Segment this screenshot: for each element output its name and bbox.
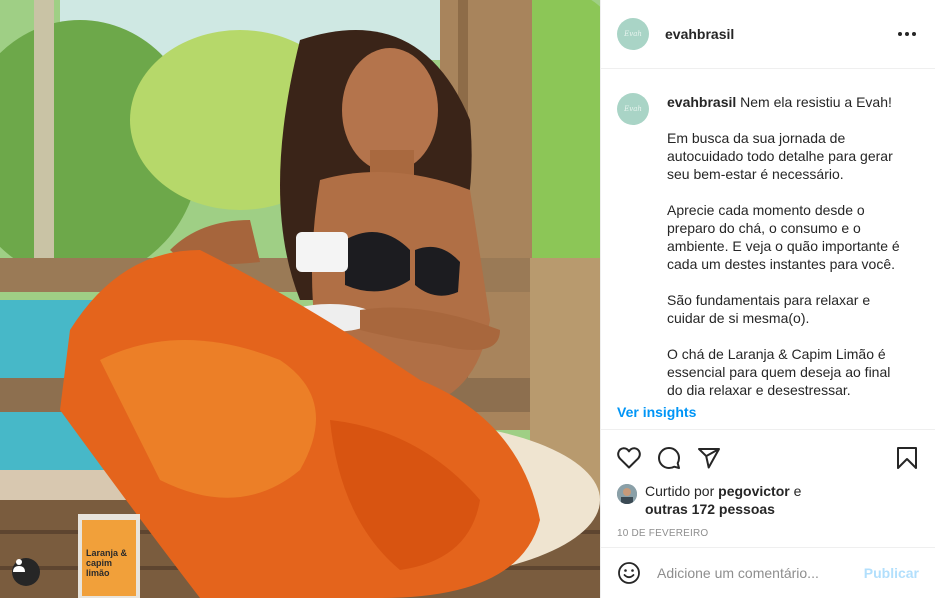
caption-paragraph: O chá de Laranja & Capim Limão é essenci… — [667, 346, 891, 395]
share-button[interactable] — [697, 446, 721, 470]
more-options-button[interactable] — [895, 22, 919, 46]
comment-icon — [658, 447, 680, 469]
view-insights-link[interactable]: Ver insights — [617, 404, 696, 420]
liker-avatar[interactable] — [617, 484, 637, 504]
caption-paragraph: Nem ela resistiu a Evah! — [740, 94, 892, 110]
caption-section: Evah evahbrasil Nem ela resistiu a Evah!… — [601, 69, 935, 395]
caption-paragraph: São fundamentais para relaxar e cuidar d… — [667, 292, 871, 326]
post-sidebar: Evah evahbrasil Evah evahbrasil Nem ela … — [600, 0, 935, 598]
comment-input[interactable] — [657, 565, 864, 581]
product-label: Laranja & capim limão — [86, 548, 128, 578]
share-icon — [698, 448, 720, 469]
post-photo[interactable]: Laranja & capim limão — [0, 0, 600, 598]
user-tag-button[interactable] — [12, 558, 40, 586]
publish-button[interactable]: Publicar — [864, 565, 919, 581]
caption-username[interactable]: evahbrasil — [667, 94, 736, 110]
likes-prefix: Curtido por — [645, 483, 715, 499]
more-options-icon — [898, 32, 916, 36]
insights-bar: Ver insights — [601, 395, 935, 430]
photo-illustration — [0, 0, 600, 598]
instagram-post: Laranja & capim limão Evah evahbrasil Ev… — [0, 0, 935, 598]
emoji-button[interactable] — [617, 561, 641, 585]
avatar[interactable]: Evah — [617, 18, 649, 50]
action-bar — [601, 434, 935, 482]
comment-button[interactable] — [657, 446, 681, 470]
save-bookmark-button[interactable] — [895, 446, 919, 470]
likes-summary: Curtido por pegovictor e outras 172 pess… — [601, 482, 935, 520]
caption-avatar[interactable]: Evah — [617, 93, 649, 125]
likes-connector: e — [793, 483, 802, 499]
bookmark-icon — [897, 447, 917, 469]
avatar-logo-text: Evah — [624, 30, 642, 38]
caption-avatar-logo-text: Evah — [624, 105, 642, 113]
header-username[interactable]: evahbrasil — [665, 26, 734, 42]
post-header: Evah evahbrasil — [601, 0, 935, 69]
caption-text: evahbrasil Nem ela resistiu a Evah! Em b… — [667, 93, 907, 395]
likes-text: Curtido por pegovictor e outras 172 pess… — [645, 482, 801, 518]
liker-username[interactable]: pegovictor — [718, 483, 790, 499]
user-tag-icon — [13, 559, 25, 572]
post-date[interactable]: 10 DE FEVEREIRO — [601, 520, 935, 548]
comment-box: Publicar — [601, 548, 935, 598]
liker-avatar-image — [617, 484, 637, 504]
post-date-text: 10 DE FEVEREIRO — [617, 528, 709, 539]
emoji-icon — [618, 562, 640, 584]
others-likes-link[interactable]: outras 172 pessoas — [645, 501, 775, 517]
heart-icon — [617, 447, 641, 469]
caption-paragraph: Aprecie cada momento desde o preparo do … — [667, 202, 900, 272]
caption-paragraph: Em busca da sua jornada de autocuidado t… — [667, 130, 893, 182]
like-button[interactable] — [617, 446, 641, 470]
